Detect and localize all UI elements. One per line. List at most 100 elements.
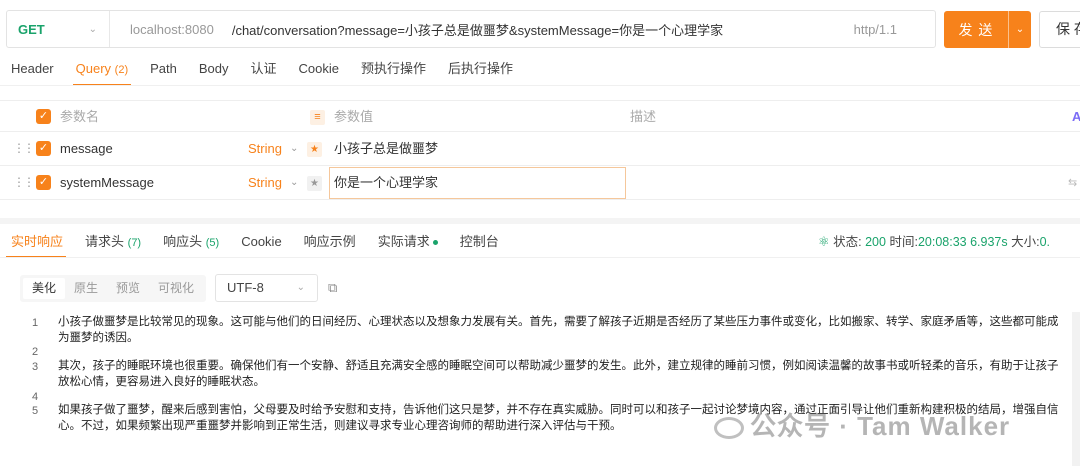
protocol-select[interactable]: http/1.1 [854, 22, 897, 37]
method-select[interactable]: GET ⌄ [7, 11, 110, 47]
tab-console[interactable]: 控制台 [449, 230, 510, 258]
view-mode-raw[interactable]: 原生 [65, 278, 107, 299]
tab-label: Path [150, 61, 177, 76]
time-label: 时间: [889, 235, 918, 249]
section-divider [0, 218, 1080, 224]
host-field[interactable]: localhost:8080 [130, 22, 214, 37]
tab-actual-request[interactable]: 实际请求 [367, 230, 449, 258]
table-row: ⋮⋮ ✓ message String ⌄ ★ 小孩子总是做噩梦 [0, 132, 1080, 166]
chevron-down-icon[interactable]: ⌄ [290, 166, 298, 200]
tab-label: 认证 [250, 61, 277, 76]
response-line: 其次，孩子的睡眠环境也很重要。确保他们有一个安静、舒适且充满安全感的睡眠空间可以… [58, 360, 1059, 388]
send-button[interactable]: 发 送 ⌄ [944, 11, 1031, 48]
drag-handle-icon[interactable]: ⋮⋮ [13, 175, 35, 189]
tab-path[interactable]: Path [139, 58, 188, 86]
tab-label: Body [198, 61, 229, 76]
select-all-checkbox[interactable]: ✓ [36, 109, 51, 124]
status-label: 状态: [833, 235, 862, 249]
tab-count: (7) [127, 237, 142, 249]
tab-post-request[interactable]: 后执行操作 [437, 58, 524, 86]
status-code: 200 [865, 235, 886, 249]
view-mode-preview[interactable]: 预览 [107, 278, 149, 299]
tab-label: 实时响应 [11, 234, 64, 249]
tab-cookie[interactable]: Cookie [288, 58, 350, 86]
tab-pre-request[interactable]: 预执行操作 [350, 58, 437, 86]
view-mode-switch: 美化 原生 预览 可视化 [20, 275, 207, 302]
column-header-description: 描述 [630, 109, 657, 124]
row-checkbox[interactable]: ✓ [36, 175, 51, 190]
divider [0, 85, 1080, 86]
size-value: 0. [1039, 235, 1051, 249]
required-star-icon[interactable]: ★ [307, 142, 322, 157]
tab-count: (2) [114, 64, 129, 76]
param-type[interactable]: String [248, 166, 282, 200]
line-number: 3 [31, 361, 39, 373]
tab-header[interactable]: Header [0, 58, 65, 86]
tab-label: 响应示例 [303, 234, 356, 249]
encoding-select[interactable]: UTF-8 ⌄ [215, 274, 318, 302]
copy-icon[interactable]: ⧉ [328, 280, 337, 296]
send-label: 发 送 [958, 21, 994, 38]
tab-label: Cookie [298, 61, 339, 76]
row-checkbox[interactable]: ✓ [36, 141, 51, 156]
chevron-down-icon: ⌄ [296, 282, 305, 293]
tab-response-headers[interactable]: 响应头 (5) [152, 230, 230, 258]
time-value: 20:08:33 [917, 235, 967, 249]
tab-label: 响应头 [163, 234, 203, 249]
method-label: GET [18, 21, 45, 37]
tab-count: (5) [205, 237, 220, 249]
param-name[interactable]: message [60, 132, 113, 166]
tab-auth[interactable]: 认证 [240, 58, 288, 86]
save-button[interactable]: 保 存 [1039, 11, 1080, 48]
line-number: 5 [31, 405, 39, 417]
tab-query[interactable]: Query (2) [65, 58, 139, 86]
wechat-icon [714, 417, 744, 440]
response-line: 小孩子做噩梦是比较常见的现象。这可能与他们的日间经历、心理状态以及想象力发展有关… [58, 316, 1059, 344]
globe-icon: ⚛ [818, 234, 830, 249]
view-mode-visualize[interactable]: 可视化 [149, 278, 203, 299]
column-header-value: 参数值 [334, 109, 374, 124]
tab-label: Cookie [241, 234, 282, 249]
divider [0, 257, 1080, 258]
param-type[interactable]: String [248, 132, 282, 166]
tab-label: 预执行操作 [361, 61, 427, 76]
duration-value: 6.937s [970, 235, 1008, 249]
tab-request-headers[interactable]: 请求头 (7) [74, 230, 152, 258]
scrollbar[interactable] [1072, 312, 1080, 466]
url-bar: GET ⌄ localhost:8080 /chat/conversation?… [6, 10, 936, 48]
chevron-down-icon[interactable]: ⌄ [290, 132, 298, 166]
status-dot-icon [432, 240, 438, 246]
table-row: ⋮⋮ ✓ systemMessage String ⌄ ★ 你是一个心理学家 ⇆ [0, 166, 1080, 200]
response-status: ⚛ 状态: 200 时间:20:08:33 6.937s 大小:0. [818, 233, 1050, 251]
column-header-name: 参数名 [60, 109, 100, 124]
bulk-edit-icon[interactable]: ≡ [310, 110, 325, 125]
tab-body[interactable]: Body [188, 58, 240, 86]
watermark: 公众号 · Tam Walker [714, 406, 1010, 443]
tab-label: Header [11, 61, 54, 76]
chevron-down-icon: ⌄ [88, 23, 97, 35]
view-mode-pretty[interactable]: 美化 [23, 278, 66, 299]
param-value[interactable]: 你是一个心理学家 [334, 166, 438, 200]
param-name[interactable]: systemMessage [60, 166, 154, 200]
line-number: 4 [31, 391, 39, 403]
tab-cookie[interactable]: Cookie [230, 230, 292, 258]
params-table: ✓ 参数名 ≡ 参数值 描述 A ⋮⋮ ✓ message String ⌄ ★… [0, 100, 1080, 200]
tab-label: 控制台 [459, 234, 499, 249]
tab-response-example[interactable]: 响应示例 [293, 230, 367, 258]
size-label: 大小: [1011, 235, 1040, 249]
request-tabs: Header Query (2) Path Body 认证 Cookie 预执行… [0, 58, 524, 86]
required-star-icon[interactable]: ★ [307, 176, 322, 191]
url-path-input[interactable]: /chat/conversation?message=小孩子总是做噩梦&syst… [232, 20, 854, 39]
drag-handle-icon[interactable]: ⋮⋮ [13, 141, 35, 155]
line-number: 2 [31, 346, 39, 358]
row-action-icon[interactable]: ⇆ [1068, 166, 1077, 200]
response-tabs: 实时响应 请求头 (7) 响应头 (5) Cookie 响应示例 实际请求 控制… [0, 230, 510, 258]
param-value[interactable]: 小孩子总是做噩梦 [334, 132, 438, 166]
send-dropdown-chevron-icon[interactable]: ⌄ [1009, 24, 1031, 35]
watermark-text: 公众号 · Tam Walker [750, 411, 1011, 441]
tab-live-response[interactable]: 实时响应 [0, 230, 74, 258]
more-icon[interactable]: A [1072, 101, 1080, 133]
tab-label: Query [75, 61, 112, 76]
tab-label: 后执行操作 [448, 61, 514, 76]
tab-label: 实际请求 [377, 234, 430, 249]
